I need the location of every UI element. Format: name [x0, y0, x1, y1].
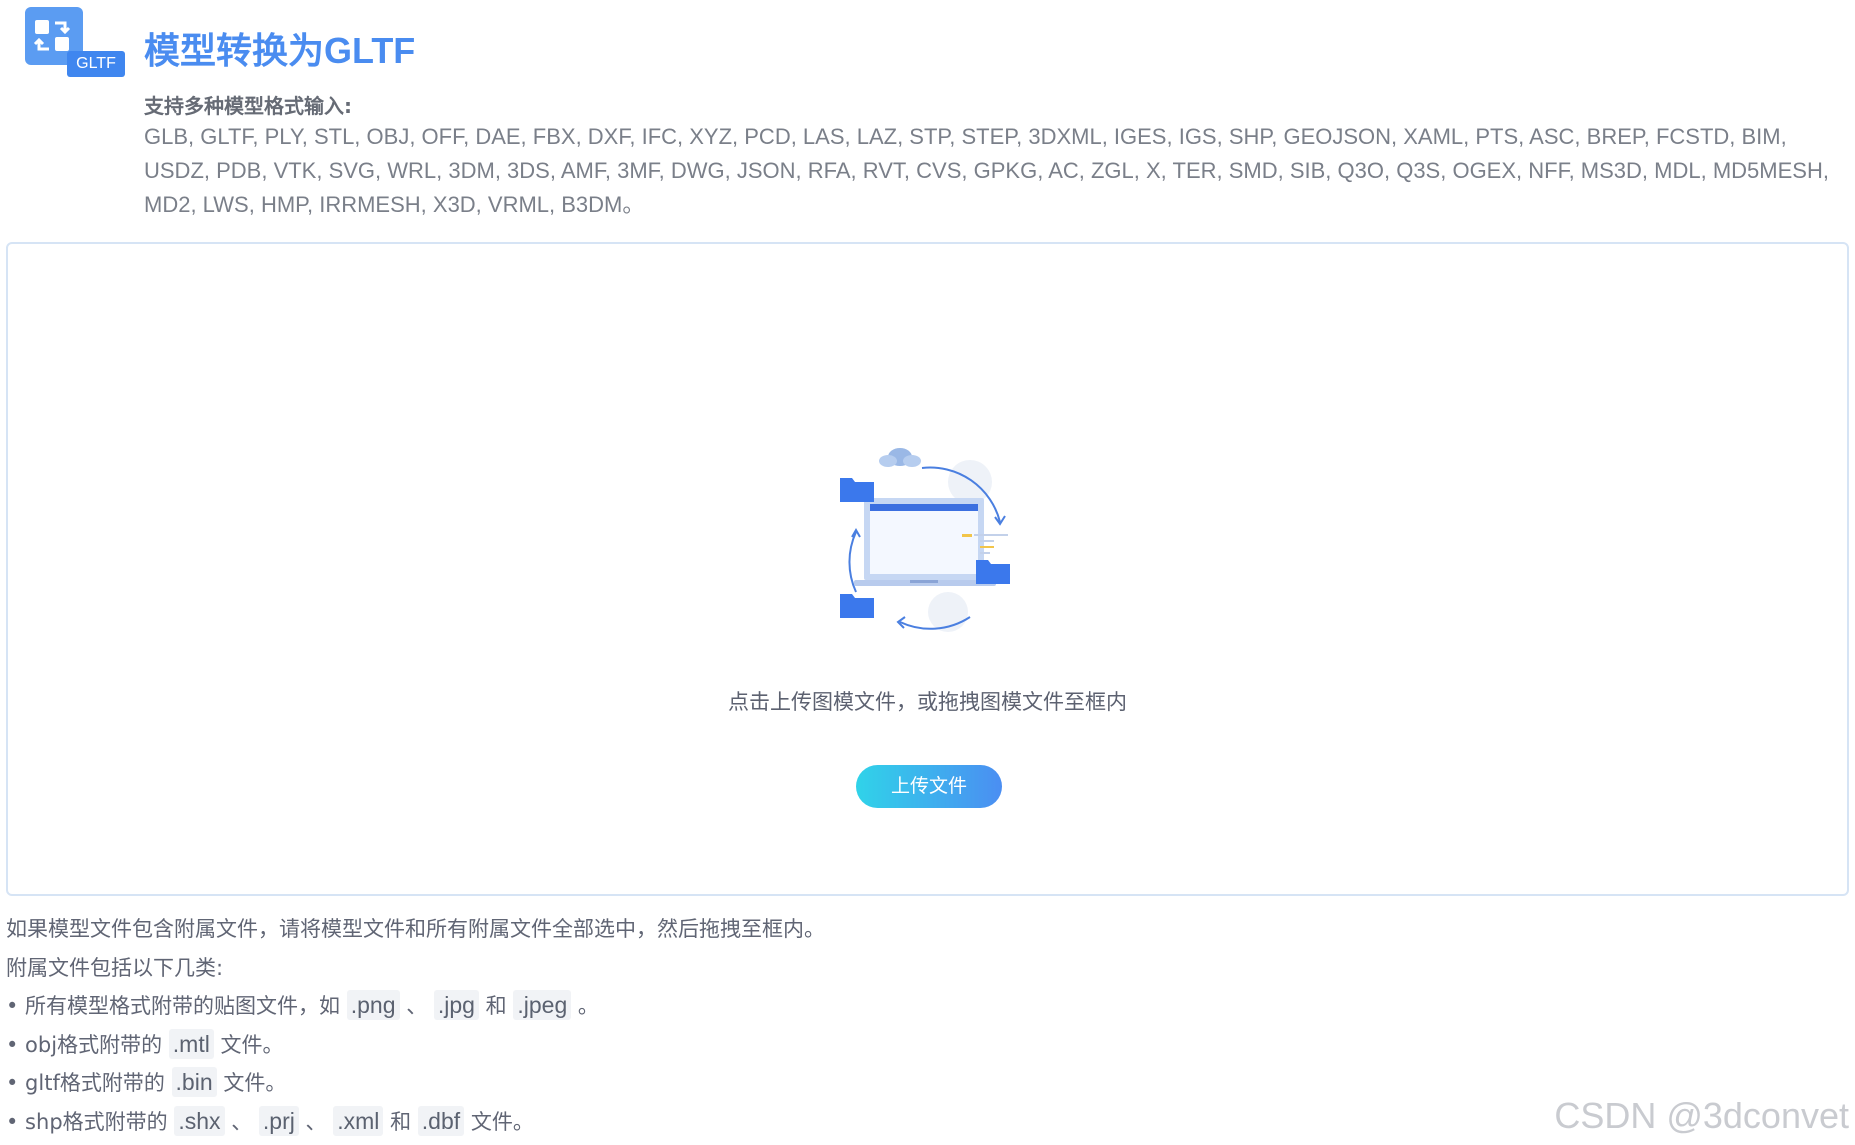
- separator: 、: [406, 994, 428, 1018]
- dropzone-instruction: 点击上传图模文件，或拖拽图模文件至框内: [728, 690, 1127, 714]
- separator: 、: [305, 1109, 327, 1134]
- note-text: 文件。: [470, 1109, 534, 1134]
- note-item-textures: • 所有模型格式附带的贴图文件，如 .png 、 .jpg 和 .jpeg 。: [6, 987, 1506, 1026]
- ext-code: .jpeg: [513, 990, 572, 1020]
- ext-code: .bin: [171, 1067, 217, 1097]
- note-text: • gltf格式附带的: [6, 1071, 165, 1095]
- note-text: • 所有模型格式附带的贴图文件，如: [6, 994, 341, 1018]
- separator: 、: [231, 1109, 253, 1134]
- attachment-notes: 如果模型文件包含附属文件，请将模型文件和所有附属文件全部选中，然后拖拽至框内。 …: [6, 910, 1506, 1141]
- note-item-obj: • obj格式附带的 .mtl 文件。: [6, 1026, 1506, 1065]
- app-logo: GLTF: [25, 7, 125, 77]
- note-text: • shp格式附带的: [6, 1109, 168, 1134]
- upload-file-button[interactable]: 上传文件: [856, 765, 1002, 808]
- note-text: 和: [485, 994, 507, 1018]
- logo-tag: GLTF: [67, 51, 125, 77]
- note-text: 文件。: [220, 1032, 284, 1057]
- note-text: • obj格式附带的: [6, 1032, 163, 1057]
- upload-folders-illustration: [840, 442, 1020, 642]
- note-item-gltf: • gltf格式附带的 .bin 文件。: [6, 1064, 1506, 1103]
- note-text: 和: [390, 1109, 412, 1134]
- ext-code: .mtl: [168, 1028, 214, 1059]
- note-text: 。: [577, 994, 599, 1018]
- formats-list: GLB, GLTF, PLY, STL, OBJ, OFF, DAE, FBX,…: [144, 124, 1829, 217]
- page-title: 模型转换为GLTF: [144, 30, 416, 71]
- note-item-shp: • shp格式附带的 .shx 、 .prj 、 .xml 和 .dbf 文件。: [6, 1103, 1506, 1142]
- formats-heading: 支持多种模型格式输入:: [144, 94, 352, 118]
- note-line-2: 附属文件包括以下几类:: [6, 955, 224, 980]
- ext-code: .png: [346, 990, 400, 1020]
- ext-code: .jpg: [433, 990, 479, 1020]
- watermark: CSDN @3dconvet: [1554, 1095, 1849, 1136]
- note-text: 文件。: [223, 1071, 287, 1095]
- ext-code: .prj: [258, 1105, 299, 1136]
- ext-code: .xml: [333, 1105, 384, 1136]
- page: GLTF 模型转换为GLTF 支持多种模型格式输入: GLB, GLTF, PL…: [0, 0, 1855, 1145]
- ext-code: .shx: [174, 1105, 225, 1136]
- ext-code: .dbf: [417, 1105, 465, 1136]
- note-line-1: 如果模型文件包含附属文件，请将模型文件和所有附属文件全部选中，然后拖拽至框内。: [6, 917, 825, 941]
